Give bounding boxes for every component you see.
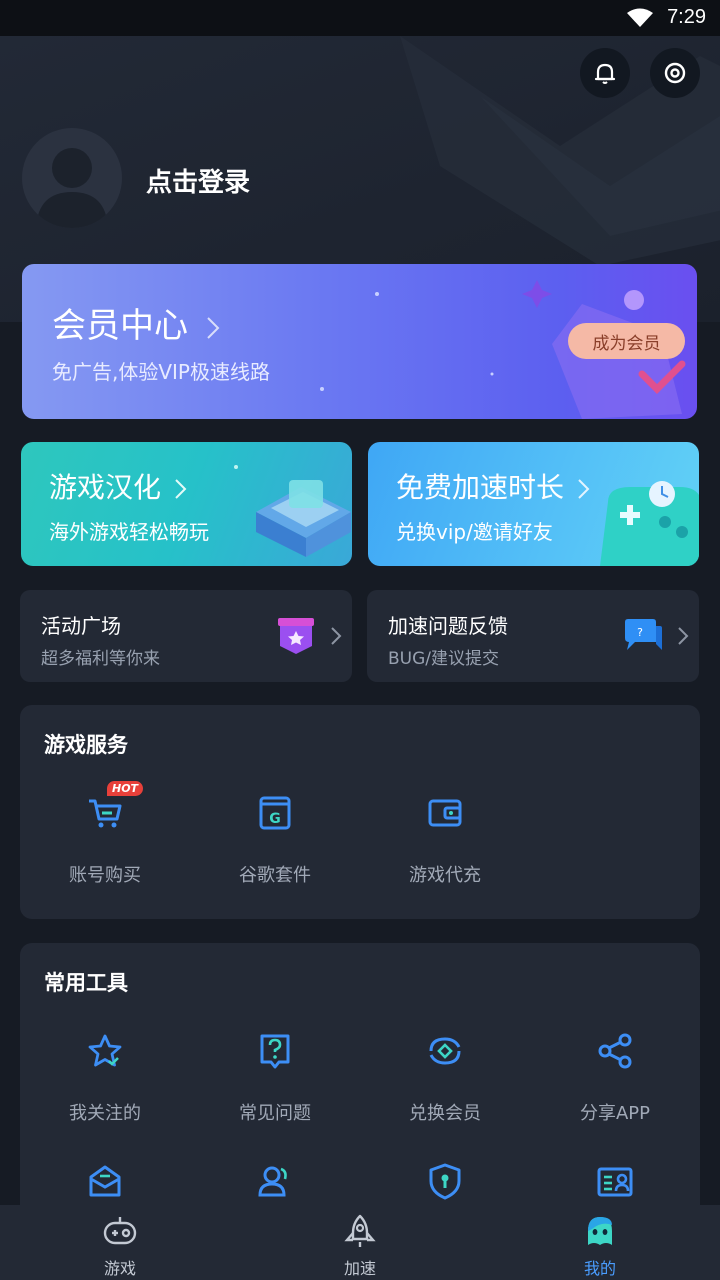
my-follows-item[interactable]: 我关注的 xyxy=(20,1031,190,1125)
vip-subtitle: 免广告,体验VIP极速线路 xyxy=(52,360,270,384)
rocket-icon xyxy=(344,1214,376,1247)
chevron-right-icon xyxy=(207,316,220,339)
game-services-panel: 游戏服务 HOT 账号购买 G 谷歌套件 游戏代充 xyxy=(20,705,700,919)
google-kit-icon: G xyxy=(259,796,291,830)
google-kit-label: 谷歌套件 xyxy=(239,865,311,886)
free-time-card[interactable]: 免费加速时长 兑换vip/邀请好友 xyxy=(368,442,699,566)
redeem-vip-label: 兑换会员 xyxy=(409,1103,481,1124)
tab-mine-label: 我的 xyxy=(583,1259,616,1278)
chevron-right-icon xyxy=(331,627,342,645)
hot-badge: HOT xyxy=(107,781,144,796)
tab-boost[interactable]: 加速 xyxy=(240,1205,480,1280)
game-topup-item[interactable]: 游戏代充 xyxy=(360,793,530,887)
activity-plaza-card[interactable]: 活动广场 超多福利等你来 xyxy=(20,590,352,682)
id-card-icon xyxy=(597,1167,633,1197)
default-avatar-icon xyxy=(36,148,108,228)
users-icon xyxy=(258,1166,287,1197)
svg-text:G: G xyxy=(269,811,281,827)
shopping-cart-icon xyxy=(89,799,122,828)
notification-button[interactable] xyxy=(580,48,630,98)
free-time-title: 免费加速时长 xyxy=(396,466,591,506)
tool-item-inbox[interactable] xyxy=(20,1161,190,1201)
exchange-icon xyxy=(429,1037,461,1065)
question-icon xyxy=(260,1034,290,1069)
tool-item-security[interactable] xyxy=(360,1161,530,1201)
tab-games-label: 游戏 xyxy=(103,1259,136,1278)
activity-plaza-title: 活动广场 xyxy=(41,614,121,638)
game-topup-label: 游戏代充 xyxy=(409,865,481,886)
profile-icon xyxy=(588,1217,612,1245)
vip-center-card[interactable]: 会员中心 免广告,体验VIP极速线路 成为会员 xyxy=(22,264,697,419)
tool-item-users[interactable] xyxy=(190,1161,360,1201)
game-localization-card[interactable]: 游戏汉化 海外游戏轻松畅玩 xyxy=(21,442,352,566)
avatar[interactable] xyxy=(22,128,122,228)
common-tools-title: 常用工具 xyxy=(44,971,128,995)
feedback-subtitle: BUG/建议提交 xyxy=(388,649,500,669)
share-app-label: 分享APP xyxy=(579,1103,651,1124)
shield-icon xyxy=(429,1163,461,1200)
star-icon xyxy=(88,1034,122,1067)
redeem-vip-item[interactable]: 兑换会员 xyxy=(360,1031,530,1125)
localization-title: 游戏汉化 xyxy=(49,466,188,506)
faq-item[interactable]: 常见问题 xyxy=(190,1031,360,1125)
settings-icon xyxy=(664,62,686,84)
wallet-icon xyxy=(428,799,462,827)
bottom-tab-bar: 游戏 加速 我的 xyxy=(0,1205,720,1280)
share-icon xyxy=(598,1033,632,1069)
free-time-subtitle: 兑换vip/邀请好友 xyxy=(396,520,553,544)
gamepad-icon xyxy=(103,1217,137,1245)
status-time: 7:29 xyxy=(667,6,706,28)
feedback-title: 加速问题反馈 xyxy=(388,614,508,638)
status-bar: 7:29 xyxy=(0,0,720,36)
tab-mine[interactable]: 我的 xyxy=(480,1205,720,1280)
svg-text:?: ? xyxy=(637,626,643,639)
account-purchase-label: 账号购买 xyxy=(69,865,141,886)
activity-plaza-subtitle: 超多福利等你来 xyxy=(41,649,160,669)
bell-icon xyxy=(594,63,616,84)
common-tools-panel: 常用工具 我关注的 常见问题 兑换会员 分享APP xyxy=(20,943,700,1243)
tool-item-id-card[interactable] xyxy=(530,1161,700,1201)
tab-boost-label: 加速 xyxy=(343,1259,376,1278)
feedback-chat-icon: ? xyxy=(625,619,662,650)
feedback-card[interactable]: 加速问题反馈 BUG/建议提交 ? xyxy=(367,590,699,682)
game-services-title: 游戏服务 xyxy=(44,733,128,757)
vip-title-text: 会员中心 xyxy=(52,306,188,346)
free-time-title-text: 免费加速时长 xyxy=(396,471,565,504)
inbox-icon xyxy=(89,1165,121,1197)
share-app-item[interactable]: 分享APP xyxy=(530,1031,700,1125)
chevron-right-icon xyxy=(578,479,590,499)
localization-title-text: 游戏汉化 xyxy=(49,471,162,504)
my-follows-label: 我关注的 xyxy=(69,1103,141,1124)
chevron-right-icon xyxy=(678,627,689,645)
google-kit-item[interactable]: G 谷歌套件 xyxy=(190,793,360,887)
faq-label: 常见问题 xyxy=(239,1103,311,1124)
vip-title: 会员中心 xyxy=(52,298,223,347)
localization-subtitle: 海外游戏轻松畅玩 xyxy=(49,520,209,544)
tab-games[interactable]: 游戏 xyxy=(0,1205,240,1280)
chevron-right-icon xyxy=(175,479,187,499)
wifi-icon xyxy=(627,8,653,27)
account-purchase-item[interactable]: HOT 账号购买 xyxy=(20,781,190,887)
login-link[interactable]: 点击登录 xyxy=(146,162,250,199)
gift-badge-icon xyxy=(278,618,314,654)
become-vip-button[interactable]: 成为会员 xyxy=(568,323,685,359)
settings-button[interactable] xyxy=(650,48,700,98)
